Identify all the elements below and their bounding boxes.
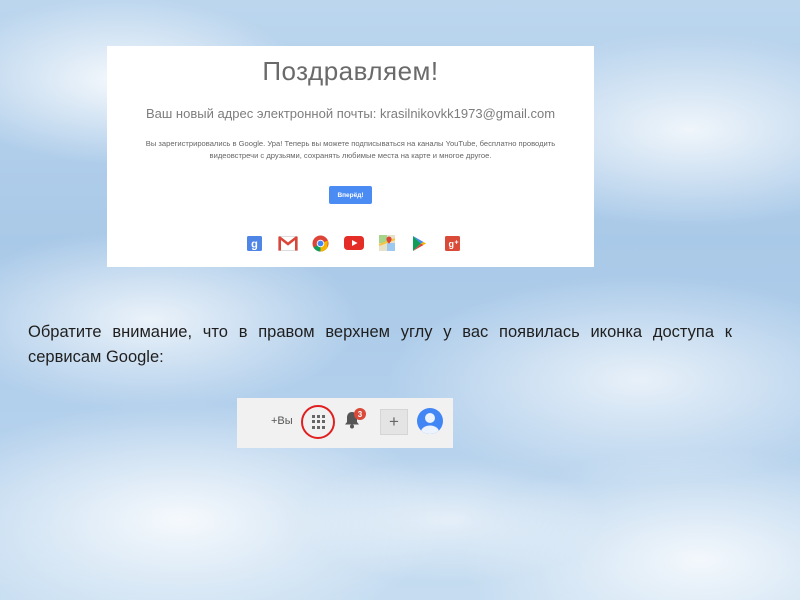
instruction-text: Обратите внимание, что в правом верхнем … (28, 323, 732, 366)
new-email-line: Ваш новый адрес электронной почты: krasi… (145, 106, 556, 121)
highlight-circle (301, 405, 335, 439)
continue-button[interactable]: Вперёд! (329, 186, 372, 204)
svg-text:g: g (448, 239, 454, 249)
google-plus-red-icon[interactable]: g + (442, 234, 463, 252)
youtube-icon[interactable] (343, 234, 364, 252)
avatar[interactable] (417, 408, 443, 434)
chrome-icon[interactable] (310, 234, 331, 252)
svg-text:+: + (454, 239, 458, 246)
page-title: Поздравляем! (262, 56, 439, 86)
signup-confirmation-panel: Поздравляем! Ваш новый адрес электронной… (107, 46, 594, 267)
share-add-button[interactable]: + (380, 409, 408, 435)
plus-you-link[interactable]: +Вы (271, 415, 293, 427)
svg-text:g: g (251, 238, 258, 250)
google-topbar-crop: +Вы 3 + (237, 398, 453, 448)
signup-description: Вы зарегистрировались в Google. Ура! Теп… (145, 139, 556, 160)
gmail-icon[interactable] (277, 234, 298, 252)
google-plus-icon[interactable]: g (244, 234, 265, 252)
user-icon (421, 413, 439, 434)
maps-icon[interactable] (376, 234, 397, 252)
notification-badge: 3 (354, 408, 366, 420)
play-icon[interactable] (409, 234, 430, 252)
services-row: g g + (244, 234, 463, 252)
